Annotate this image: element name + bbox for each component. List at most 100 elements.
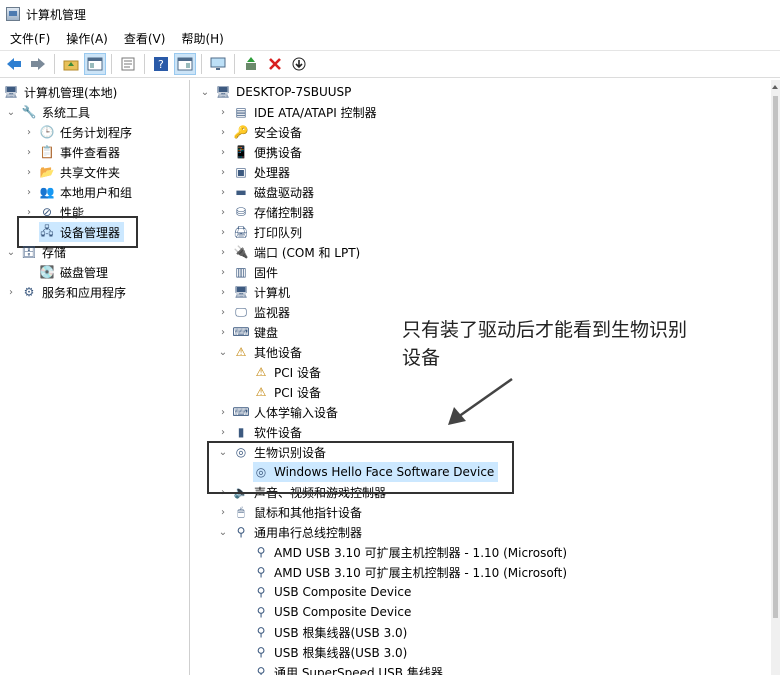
chevron-right-icon[interactable]: › bbox=[217, 286, 229, 298]
chevron-right-icon[interactable]: › bbox=[217, 266, 229, 278]
chevron-right-icon[interactable]: › bbox=[217, 226, 229, 238]
chevron-right-icon[interactable]: › bbox=[217, 186, 229, 198]
menu-view[interactable]: 查看(V) bbox=[118, 28, 172, 50]
device-category[interactable]: ⌄ ⚠ 其他设备 bbox=[217, 342, 302, 362]
device-item[interactable]: ⚠ PCI 设备 bbox=[253, 362, 321, 382]
device-category[interactable]: › ▮ 软件设备 bbox=[217, 422, 302, 442]
device-category[interactable]: › ⛁ 存储控制器 bbox=[217, 202, 314, 222]
device-category[interactable]: › ⌨ 人体学输入设备 bbox=[217, 402, 338, 422]
device-category[interactable]: › 🖨 打印队列 bbox=[217, 222, 302, 242]
update-driver-icon[interactable] bbox=[240, 53, 262, 75]
chevron-right-icon[interactable]: › bbox=[217, 506, 229, 518]
device-category[interactable]: › 🔌 端口 (COM 和 LPT) bbox=[217, 242, 360, 262]
tree-item-shared-folders[interactable]: › 📂 共享文件夹 bbox=[23, 162, 120, 182]
chevron-right-icon[interactable]: › bbox=[217, 406, 229, 418]
tree-item-event-viewer[interactable]: › 📋 事件查看器 bbox=[23, 142, 120, 162]
device-category[interactable]: › ▥ 固件 bbox=[217, 262, 278, 282]
tree-item-disk-management[interactable]: 💽 磁盘管理 bbox=[39, 262, 109, 282]
scrollbar-thumb[interactable] bbox=[773, 96, 778, 618]
chevron-down-icon[interactable]: ⌄ bbox=[5, 106, 17, 118]
chevron-down-icon[interactable]: ⌄ bbox=[217, 346, 229, 358]
device-category[interactable]: › 📱 便携设备 bbox=[217, 142, 302, 162]
usb-icon: ⚲ bbox=[256, 565, 266, 579]
tree-item-task-scheduler[interactable]: › 🕒 任务计划程序 bbox=[23, 122, 132, 142]
menu-help[interactable]: 帮助(H) bbox=[175, 28, 229, 50]
device-category-label: 固件 bbox=[254, 265, 279, 280]
usb-icon: ⚲ bbox=[256, 545, 266, 559]
device-item[interactable]: ⚲ AMD USB 3.10 可扩展主机控制器 - 1.10 (Microsoft… bbox=[253, 562, 567, 582]
chevron-down-icon[interactable]: ⌄ bbox=[199, 86, 211, 98]
tree-item-computer-management[interactable]: 🖥 计算机管理(本地) bbox=[3, 82, 117, 102]
users-icon: 👥 bbox=[39, 185, 55, 199]
chevron-right-icon[interactable]: › bbox=[217, 126, 229, 138]
device-item[interactable]: ⚲ USB 根集线器(USB 3.0) bbox=[253, 642, 408, 662]
chevron-right-icon[interactable]: › bbox=[217, 146, 229, 158]
hid-icon: ⌨ bbox=[232, 405, 250, 419]
chevron-right-icon[interactable]: › bbox=[217, 326, 229, 338]
properties-icon[interactable] bbox=[117, 53, 139, 75]
chevron-right-icon[interactable]: › bbox=[217, 106, 229, 118]
monitor-icon: 🖵 bbox=[235, 304, 247, 319]
device-category[interactable]: › 🔑 安全设备 bbox=[217, 122, 302, 142]
usb-icon: ⚲ bbox=[256, 625, 266, 639]
back-arrow-icon[interactable] bbox=[3, 53, 25, 75]
device-category[interactable]: › 🖱 鼠标和其他指针设备 bbox=[217, 502, 362, 522]
device-category[interactable]: ⌄ ⚲ 通用串行总线控制器 bbox=[217, 522, 362, 542]
device-root-label: DESKTOP-7SBUUSP bbox=[236, 85, 352, 99]
chevron-right-icon[interactable]: › bbox=[5, 286, 17, 298]
device-item[interactable]: ⚲ USB 根集线器(USB 3.0) bbox=[253, 622, 408, 642]
tree-item-label: 任务计划程序 bbox=[60, 125, 133, 140]
menu-action[interactable]: 操作(A) bbox=[60, 28, 114, 50]
chevron-right-icon[interactable]: › bbox=[23, 146, 35, 158]
help-icon[interactable]: ? bbox=[150, 53, 172, 75]
device-category[interactable]: › ▣ 处理器 bbox=[217, 162, 290, 182]
device-item[interactable]: ⚲ AMD USB 3.10 可扩展主机控制器 - 1.10 (Microsoft… bbox=[253, 542, 567, 562]
scan-hardware-download-icon[interactable] bbox=[288, 53, 310, 75]
toolbar-separator bbox=[144, 54, 145, 74]
device-category-label: 键盘 bbox=[254, 325, 279, 340]
uninstall-device-icon[interactable] bbox=[264, 53, 286, 75]
chevron-down-icon[interactable]: ⌄ bbox=[5, 246, 17, 258]
chevron-down-icon[interactable]: ⌄ bbox=[217, 526, 229, 538]
device-category[interactable]: › ⌨ 键盘 bbox=[217, 322, 278, 342]
chevron-right-icon[interactable]: › bbox=[23, 126, 35, 138]
device-category[interactable]: › 🖵 监视器 bbox=[217, 302, 290, 322]
chevron-right-icon[interactable]: › bbox=[217, 206, 229, 218]
chevron-right-icon[interactable]: › bbox=[23, 166, 35, 178]
tree-item-local-users-groups[interactable]: › 👥 本地用户和组 bbox=[23, 182, 132, 202]
tree-item-storage[interactable]: ⌄ 🗄 存储 bbox=[5, 242, 66, 262]
chevron-right-icon[interactable]: › bbox=[217, 166, 229, 178]
chevron-right-icon[interactable]: › bbox=[217, 246, 229, 258]
firmware-icon: ▥ bbox=[235, 265, 247, 279]
tree-item-system-tools[interactable]: ⌄ 🔧 系统工具 bbox=[5, 102, 90, 122]
menu-file[interactable]: 文件(F) bbox=[4, 28, 56, 50]
device-item[interactable]: ⚲ USB Composite Device bbox=[253, 582, 412, 602]
tree-item-services-applications[interactable]: › ⚙ 服务和应用程序 bbox=[5, 282, 126, 302]
vertical-scrollbar[interactable] bbox=[771, 80, 780, 675]
tree-item-label: 本地用户和组 bbox=[60, 185, 133, 200]
computer-management-icon bbox=[6, 7, 20, 21]
usb-icon: ⚲ bbox=[256, 605, 266, 619]
show-action-pane-icon[interactable] bbox=[174, 53, 196, 75]
scroll-up-arrow-icon[interactable] bbox=[772, 85, 778, 89]
device-category[interactable]: › 🖥 计算机 bbox=[217, 282, 290, 302]
show-hide-console-tree-icon[interactable] bbox=[84, 53, 106, 75]
console-tree-pane: 🖥 计算机管理(本地) ⌄ 🔧 系统工具 › 🕒 任务计划程序 › 📋 事件查看… bbox=[0, 80, 190, 675]
keyboard-icon: ⌨ bbox=[232, 325, 250, 339]
toolbar-separator bbox=[54, 54, 55, 74]
device-root[interactable]: ⌄ 🖥 DESKTOP-7SBUUSP bbox=[199, 82, 352, 102]
device-item[interactable]: ⚲ 通用 SuperSpeed USB 集线器 bbox=[253, 662, 443, 675]
up-folder-icon[interactable] bbox=[60, 53, 82, 75]
monitor-icon[interactable] bbox=[207, 53, 229, 75]
forward-arrow-icon[interactable] bbox=[27, 53, 49, 75]
device-category[interactable]: › ▬ 磁盘驱动器 bbox=[217, 182, 314, 202]
chevron-right-icon[interactable]: › bbox=[217, 306, 229, 318]
device-item[interactable]: ⚲ USB Composite Device bbox=[253, 602, 412, 622]
chevron-right-icon[interactable]: › bbox=[217, 426, 229, 438]
device-category[interactable]: › ▤ IDE ATA/ATAPI 控制器 bbox=[217, 102, 377, 122]
software-device-icon: ▮ bbox=[237, 425, 245, 439]
device-item[interactable]: ⚠ PCI 设备 bbox=[253, 382, 321, 402]
tree-item-label: 存储 bbox=[42, 245, 67, 260]
device-item-label: 通用 SuperSpeed USB 集线器 bbox=[274, 665, 443, 675]
chevron-right-icon[interactable]: › bbox=[23, 186, 35, 198]
